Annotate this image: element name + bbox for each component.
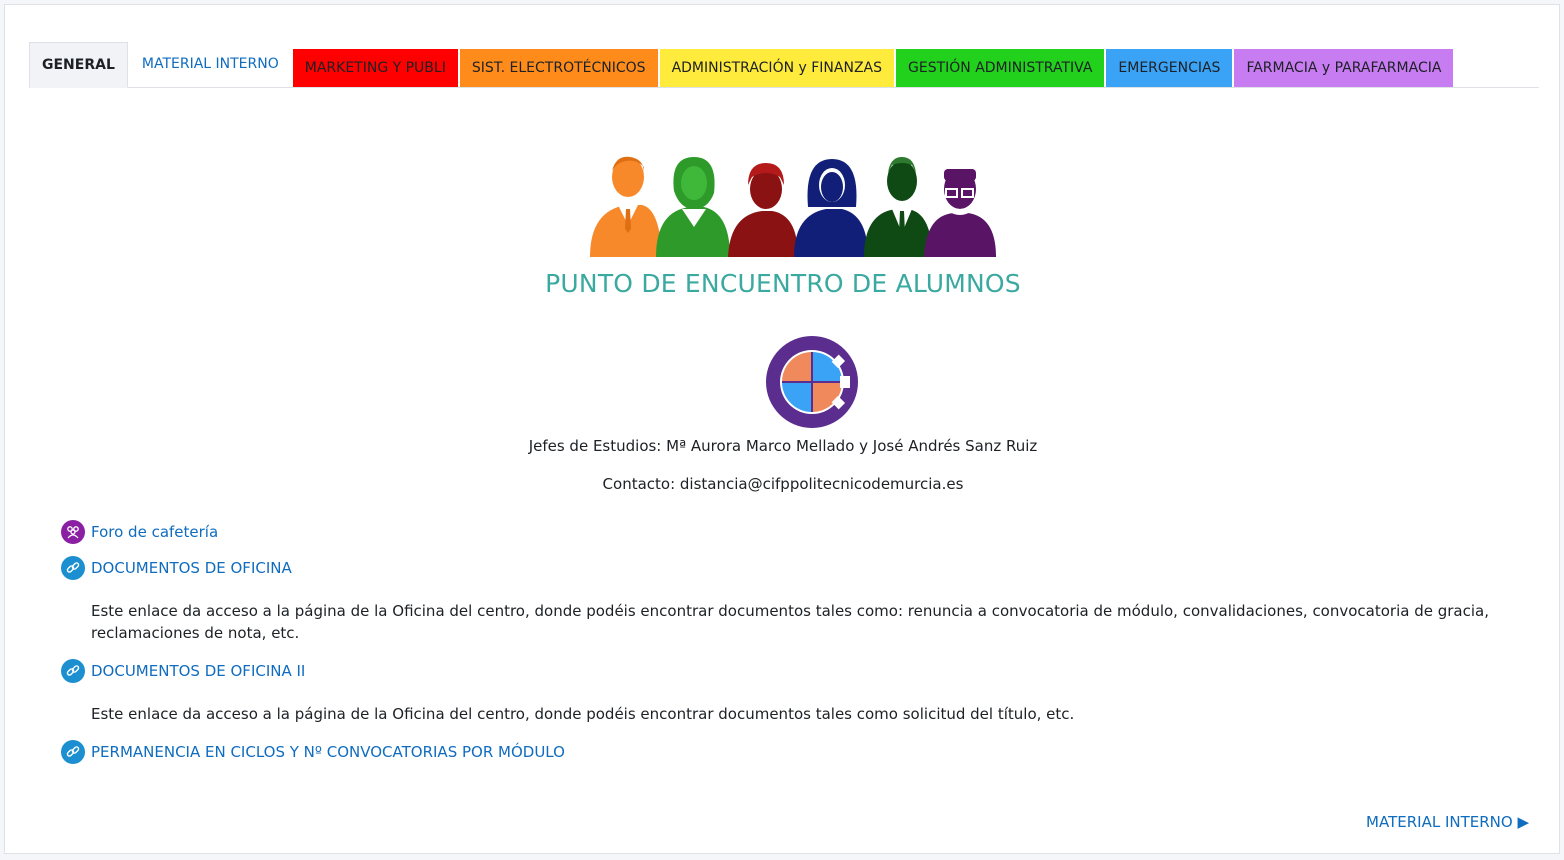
tab-emergencias[interactable]: EMERGENCIAS <box>1106 49 1233 87</box>
next-section-link[interactable]: MATERIAL INTERNO ▶ <box>1366 813 1529 831</box>
person-purple <box>924 169 996 257</box>
person-darkgreen <box>864 157 932 257</box>
activity-permanencia[interactable]: PERMANENCIA EN CICLOS Y Nº CONVOCATORIAS… <box>61 740 565 764</box>
contact-info: Contacto: distancia@cifppolitecnicodemur… <box>602 475 964 493</box>
activity-documentos-oficina[interactable]: DOCUMENTOS DE OFICINA <box>61 556 292 580</box>
forum-link[interactable]: Foro de cafetería <box>91 523 218 541</box>
tab-material-interno[interactable]: MATERIAL INTERNO <box>130 41 291 87</box>
course-section-card: GENERAL MATERIAL INTERNO MARKETING Y PUB… <box>4 4 1560 854</box>
documentos-oficina-ii-description: Este enlace da acceso a la página de la … <box>91 705 1075 723</box>
tab-farmacia[interactable]: FARMACIA y PARAFARMACIA <box>1234 49 1454 87</box>
link-icon <box>61 740 85 764</box>
person-red <box>728 163 798 257</box>
page-title: PUNTO DE ENCUENTRO DE ALUMNOS <box>545 269 1021 298</box>
permanencia-link[interactable]: PERMANENCIA EN CICLOS Y Nº CONVOCATORIAS… <box>91 743 565 761</box>
link-icon <box>61 556 85 580</box>
tab-administracion-finanzas[interactable]: ADMINISTRACIÓN y FINANZAS <box>659 49 894 87</box>
person-navy <box>794 159 868 257</box>
documentos-oficina-description: Este enlace da acceso a la página de la … <box>91 602 1489 642</box>
documentos-oficina-ii-link[interactable]: DOCUMENTOS DE OFICINA II <box>91 662 305 680</box>
person-green <box>656 157 730 257</box>
activity-forum[interactable]: Foro de cafetería <box>61 520 218 544</box>
tab-marketing[interactable]: MARKETING Y PUBLI <box>292 49 458 87</box>
school-logo <box>766 336 858 428</box>
tab-general[interactable]: GENERAL <box>29 42 128 88</box>
forum-icon <box>61 520 85 544</box>
students-group-illustration <box>590 156 996 257</box>
person-orange <box>590 156 662 257</box>
tab-gestion-administrativa[interactable]: GESTIÓN ADMINISTRATIVA <box>896 49 1105 87</box>
heads-of-studies: Jefes de Estudios: Mª Aurora Marco Mella… <box>528 437 1038 455</box>
tab-electrotecnicos[interactable]: SIST. ELECTROTÉCNICOS <box>459 49 658 87</box>
documentos-oficina-link[interactable]: DOCUMENTOS DE OFICINA <box>91 559 292 577</box>
link-icon <box>61 659 85 683</box>
section-tabs: GENERAL MATERIAL INTERNO MARKETING Y PUB… <box>29 41 1539 88</box>
activity-documentos-oficina-ii[interactable]: DOCUMENTOS DE OFICINA II <box>61 659 305 683</box>
